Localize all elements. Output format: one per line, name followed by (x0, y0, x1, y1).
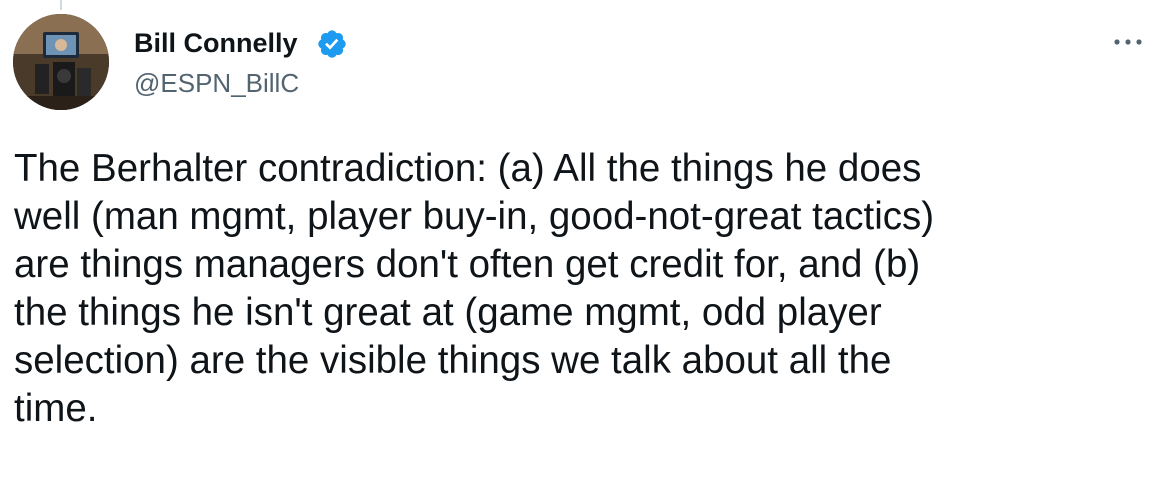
more-options-button[interactable] (1106, 24, 1150, 60)
author-handle[interactable]: @ESPN_BillC (134, 67, 299, 99)
author-avatar[interactable] (13, 14, 109, 110)
thread-connector-line (60, 0, 62, 10)
verified-badge-icon (318, 30, 346, 58)
avatar-image (13, 14, 109, 110)
ellipsis-icon (1114, 39, 1142, 45)
tweet-text: The Berhalter contradiction: (a) All the… (14, 147, 935, 430)
tweet-card: Bill Connelly @ESPN_BillC The Berhalter … (0, 0, 1172, 490)
author-name[interactable]: Bill Connelly (134, 26, 298, 60)
